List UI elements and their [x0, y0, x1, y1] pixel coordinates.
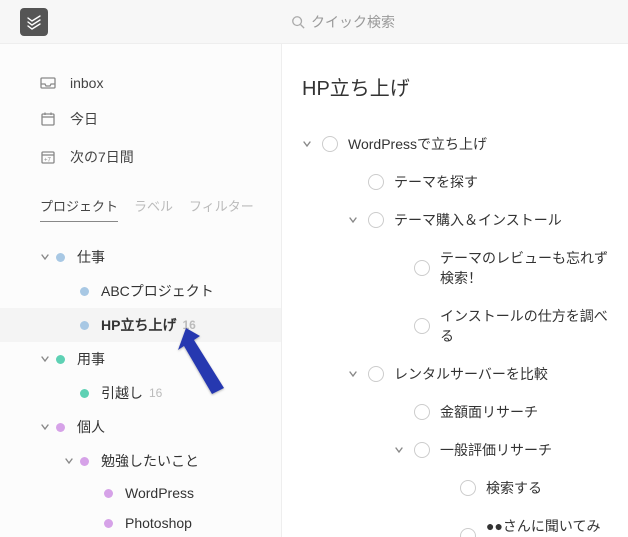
tab-labels[interactable]: ラベル: [134, 196, 173, 222]
chevron-down-icon[interactable]: [302, 139, 312, 149]
task-row[interactable]: レンタルサーバーを比較: [302, 355, 608, 393]
main-content: HP立ち上げ WordPressで立ち上げテーマを探すテーマ購入＆インストールテ…: [282, 44, 628, 537]
nav-label: 次の7日間: [70, 147, 134, 167]
project-row[interactable]: HP立ち上げ 16: [0, 308, 281, 342]
logo-icon: [26, 14, 42, 30]
task-checkbox[interactable]: [460, 528, 476, 537]
project-label: 個人: [77, 417, 105, 437]
project-list: 仕事 ABCプロジェクト HP立ち上げ 16 用事引越し 16 個人勉強したいこと WordP…: [0, 230, 281, 537]
nav-today[interactable]: 今日: [0, 100, 281, 138]
task-row[interactable]: 金額面リサーチ: [302, 393, 608, 431]
svg-text:+7: +7: [44, 158, 52, 164]
project-color-dot: [56, 423, 65, 432]
task-checkbox[interactable]: [368, 212, 384, 228]
task-row[interactable]: テーマ購入＆インストール: [302, 201, 608, 239]
page-title: HP立ち上げ: [302, 72, 608, 101]
task-row[interactable]: テーマを探す: [302, 163, 608, 201]
chevron-down-icon[interactable]: [40, 252, 50, 262]
task-row[interactable]: 一般評価リサーチ: [302, 431, 608, 469]
calendar-icon: [40, 111, 56, 127]
project-label: HP立ち上げ: [101, 315, 176, 335]
search-placeholder: クイック検索: [311, 12, 395, 32]
task-checkbox[interactable]: [414, 260, 430, 276]
chevron-down-icon[interactable]: [348, 369, 358, 379]
task-label: テーマを探す: [394, 172, 478, 192]
inbox-icon: [40, 75, 56, 91]
task-label: 一般評価リサーチ: [440, 440, 552, 460]
layout: inbox 今日 +7 次の7日間 プロジェクト ラベル フィルター 仕事 ABC…: [0, 44, 628, 537]
project-label: 引越し: [101, 383, 143, 403]
task-label: テーマのレビューも忘れず検索！: [440, 248, 608, 288]
nav-next7[interactable]: +7 次の7日間: [0, 138, 281, 176]
search-icon: [291, 15, 305, 29]
task-label: ●●さんに聞いてみる: [486, 516, 608, 537]
project-row[interactable]: 個人: [0, 410, 281, 444]
task-checkbox[interactable]: [368, 366, 384, 382]
project-row[interactable]: ABCプロジェクト: [0, 274, 281, 308]
project-color-dot: [56, 355, 65, 364]
chevron-down-icon[interactable]: [348, 215, 358, 225]
project-row[interactable]: 仕事: [0, 240, 281, 274]
task-checkbox[interactable]: [322, 136, 338, 152]
chevron-down-icon[interactable]: [40, 422, 50, 432]
project-color-dot: [80, 389, 89, 398]
project-label: 仕事: [77, 247, 105, 267]
project-count: 16: [149, 386, 162, 400]
nav-label: 今日: [70, 109, 98, 129]
task-row[interactable]: ●●さんに聞いてみる: [302, 507, 608, 537]
project-color-dot: [104, 489, 113, 498]
task-label: WordPressで立ち上げ: [348, 134, 487, 154]
chevron-down-icon[interactable]: [64, 456, 74, 466]
project-label: WordPress: [125, 485, 194, 501]
task-row[interactable]: インストールの仕方を調べる: [302, 297, 608, 355]
task-row[interactable]: テーマのレビューも忘れず検索！: [302, 239, 608, 297]
project-row[interactable]: WordPress: [0, 478, 281, 508]
task-list: WordPressで立ち上げテーマを探すテーマ購入＆インストールテーマのレビュー…: [302, 125, 608, 537]
project-color-dot: [80, 457, 89, 466]
task-row[interactable]: WordPressで立ち上げ: [302, 125, 608, 163]
sidebar-tabs: プロジェクト ラベル フィルター: [0, 176, 281, 230]
chevron-down-icon[interactable]: [394, 445, 404, 455]
task-label: 検索する: [486, 478, 542, 498]
sidebar: inbox 今日 +7 次の7日間 プロジェクト ラベル フィルター 仕事 ABC…: [0, 44, 282, 537]
task-row[interactable]: 検索する: [302, 469, 608, 507]
task-label: レンタルサーバーを比較: [394, 364, 548, 384]
project-row[interactable]: Photoshop: [0, 508, 281, 537]
project-count: 16: [182, 318, 195, 332]
tab-projects[interactable]: プロジェクト: [40, 196, 118, 222]
task-checkbox[interactable]: [368, 174, 384, 190]
task-checkbox[interactable]: [414, 442, 430, 458]
topbar: クイック検索: [0, 0, 628, 44]
task-checkbox[interactable]: [414, 318, 430, 334]
project-label: ABCプロジェクト: [101, 281, 214, 301]
task-checkbox[interactable]: [414, 404, 430, 420]
project-label: 勉強したいこと: [101, 451, 199, 471]
project-color-dot: [56, 253, 65, 262]
task-checkbox[interactable]: [460, 480, 476, 496]
nav-label: inbox: [70, 75, 103, 91]
project-color-dot: [80, 287, 89, 296]
project-row[interactable]: 勉強したいこと: [0, 444, 281, 478]
chevron-down-icon[interactable]: [40, 354, 50, 364]
task-label: インストールの仕方を調べる: [440, 306, 608, 346]
project-color-dot: [104, 519, 113, 528]
project-label: 用事: [77, 349, 105, 369]
project-row[interactable]: 用事: [0, 342, 281, 376]
calendar-7-icon: +7: [40, 149, 56, 165]
project-label: Photoshop: [125, 515, 192, 531]
quick-search[interactable]: クイック検索: [78, 12, 608, 32]
task-label: テーマ購入＆インストール: [394, 210, 562, 230]
task-label: 金額面リサーチ: [440, 402, 538, 422]
nav-inbox[interactable]: inbox: [0, 66, 281, 100]
project-color-dot: [80, 321, 89, 330]
tab-filters[interactable]: フィルター: [189, 196, 254, 222]
project-row[interactable]: 引越し 16: [0, 376, 281, 410]
app-logo[interactable]: [20, 8, 48, 36]
